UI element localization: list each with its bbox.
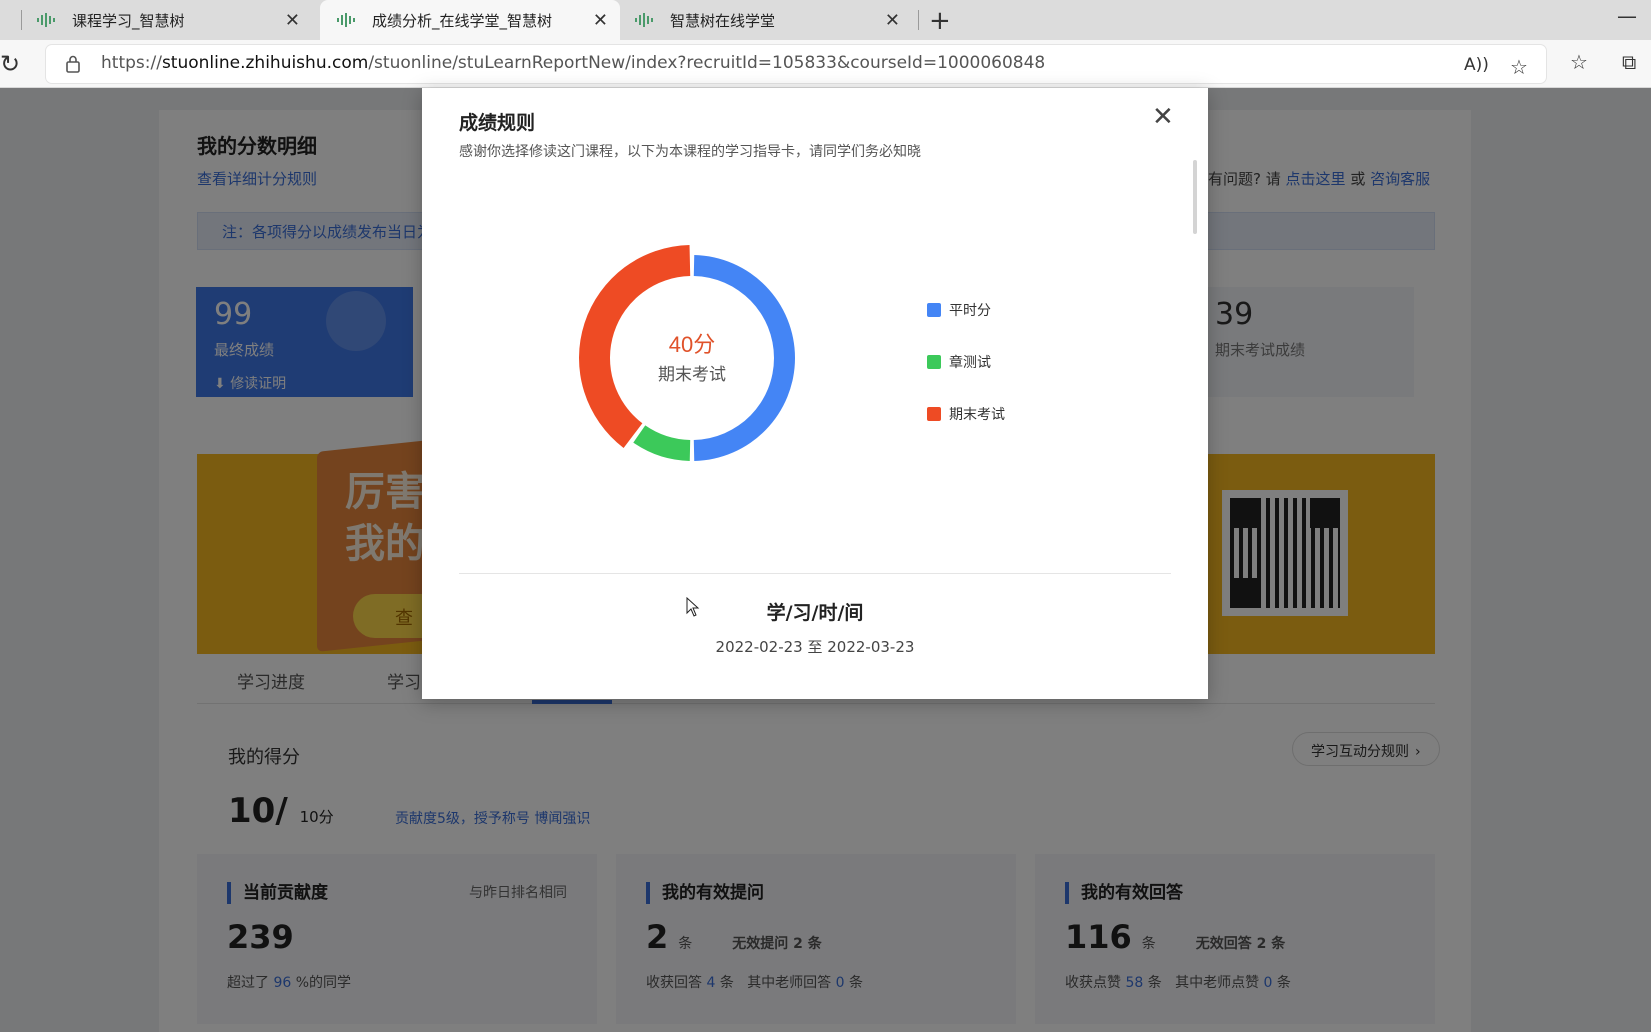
donut-center-label: 期末考试 <box>658 365 726 384</box>
legend-item[interactable]: 平时分 <box>927 300 1005 320</box>
zhihuishu-favicon-icon <box>36 10 56 30</box>
browser-tab-online-classroom[interactable]: 智慧树在线学堂 ✕ <box>632 0 912 40</box>
read-aloud-icon[interactable]: A)) <box>1464 55 1489 75</box>
lock-icon[interactable] <box>66 55 80 73</box>
address-bar[interactable]: https://stuonline.zhihuishu.com/stuonlin… <box>46 45 1546 83</box>
legend-item[interactable]: 章测试 <box>927 352 1005 372</box>
new-tab-plus-icon[interactable]: + <box>929 6 951 36</box>
legend-label: 平时分 <box>949 303 991 319</box>
close-tab-icon[interactable]: ✕ <box>285 10 300 31</box>
browser-tab-bar: 课程学习_智慧树 ✕ 成绩分析_在线学堂_智慧树 ✕ 智慧树在线学堂 ✕ + — <box>0 0 1651 40</box>
reload-icon[interactable]: ↻ <box>0 50 20 78</box>
browser-tab-title: 课程学习_智慧树 <box>72 11 185 30</box>
donut-slice-1[interactable] <box>693 255 796 461</box>
legend-swatch <box>927 355 941 369</box>
legend-label: 期末考试 <box>949 407 1005 423</box>
divider <box>459 573 1171 574</box>
tab-separator <box>21 10 22 30</box>
modal-subtitle: 感谢你选择修读这门课程，以下为本课程的学习指导卡，请同学们务必知晓 <box>459 144 921 160</box>
legend-swatch <box>927 303 941 317</box>
zhihuishu-favicon-icon <box>634 10 654 30</box>
browser-tab-title: 智慧树在线学堂 <box>670 11 776 30</box>
browser-toolbar: ↻ https://stuonline.zhihuishu.com/stuonl… <box>0 40 1651 88</box>
study-period-range: 2022-02-23 至 2022-03-23 <box>715 638 915 656</box>
chart-legend: 平时分章测试期末考试 <box>927 300 1005 456</box>
browser-tab-title: 成绩分析_在线学堂_智慧树 <box>372 11 553 30</box>
close-tab-icon[interactable]: ✕ <box>593 10 608 31</box>
close-tab-icon[interactable]: ✕ <box>885 10 900 31</box>
tab-separator <box>918 10 919 30</box>
modal-title: 成绩规则 <box>459 112 536 134</box>
legend-swatch <box>927 407 941 421</box>
legend-label: 章测试 <box>949 355 991 371</box>
favorites-icon[interactable]: ☆ <box>1570 50 1588 74</box>
url-path: /stuonline/stuLearnReportNew/index?recru… <box>368 53 1046 73</box>
browser-tab-course-study[interactable]: 课程学习_智慧树 ✕ <box>32 0 312 40</box>
window-minimize-icon[interactable]: — <box>1617 4 1637 28</box>
url-text[interactable]: https://stuonline.zhihuishu.com/stuonlin… <box>101 53 1045 73</box>
study-period-title: 学/习/时/间 <box>766 602 864 624</box>
grade-composition-donut-chart: 40分 期末考试 <box>579 245 796 461</box>
add-favorite-icon[interactable]: ☆ <box>1510 55 1528 79</box>
donut-slice-2[interactable] <box>633 425 691 461</box>
browser-tab-grade-analysis[interactable]: 成绩分析_在线学堂_智慧树 ✕ <box>320 0 620 40</box>
close-icon[interactable]: ✕ <box>1152 102 1174 132</box>
mouse-cursor-icon <box>686 597 700 617</box>
zhihuishu-favicon-icon <box>336 10 356 30</box>
modal-scrollbar[interactable] <box>1193 160 1197 234</box>
collections-icon[interactable]: ⧉ <box>1622 50 1636 74</box>
donut-center-value: 40分 <box>669 332 715 357</box>
legend-item[interactable]: 期末考试 <box>927 404 1005 424</box>
grade-rules-modal: 成绩规则 感谢你选择修读这门课程，以下为本课程的学习指导卡，请同学们务必知晓 ✕… <box>422 88 1208 699</box>
url-host: stuonline.zhihuishu.com <box>161 53 369 73</box>
url-scheme: https:// <box>101 53 162 73</box>
